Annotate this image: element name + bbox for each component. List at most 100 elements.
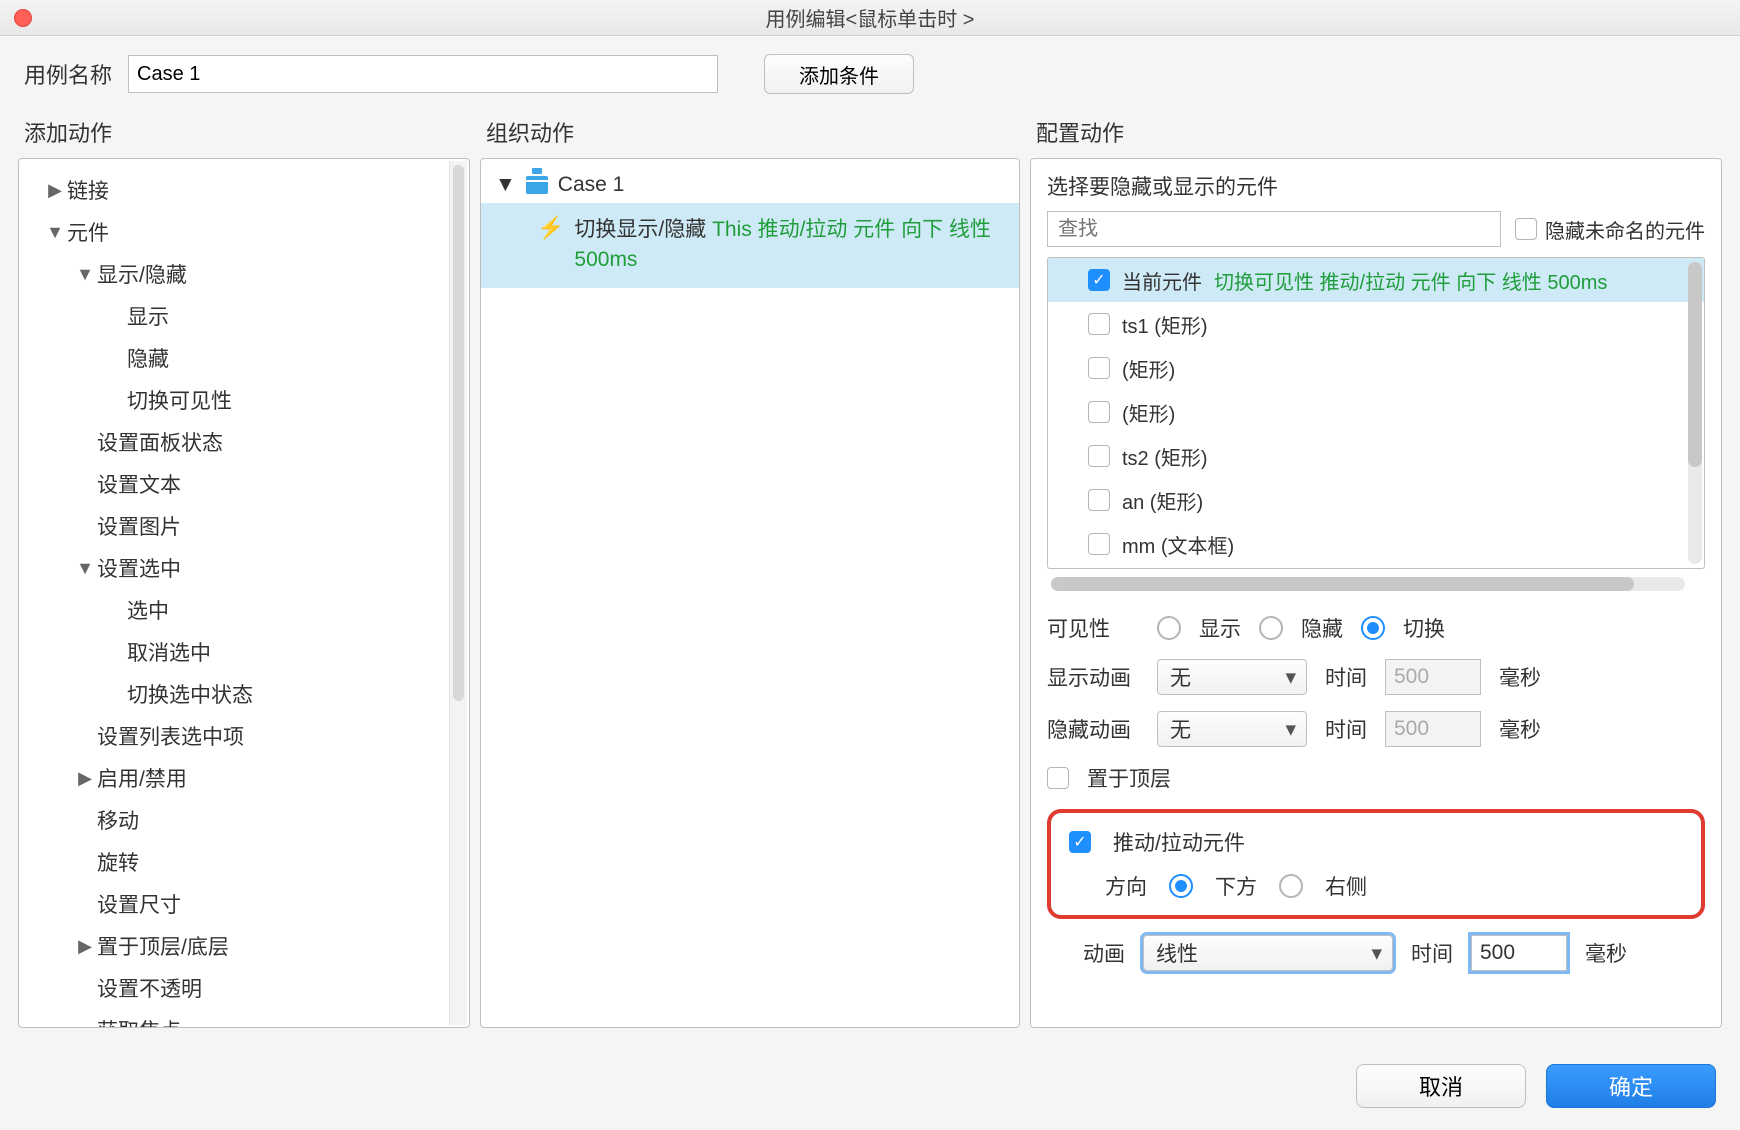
hide-anim-time-input[interactable]: 500 [1385,711,1481,747]
checkbox-icon: ✓ [1088,269,1110,291]
chevron-down-icon: ▼ [73,264,97,285]
widget-name: ts2 (矩形) [1122,442,1208,471]
case-name-input[interactable] [128,55,718,93]
tree-item-label: 设置尺寸 [97,889,181,919]
radio-hide[interactable] [1259,616,1283,640]
tree-item-label: 设置选中 [97,553,181,583]
widget-name: an (矩形) [1122,486,1203,515]
widget-row[interactable]: ts1 (矩形) [1048,302,1704,346]
tree-item[interactable]: 获取焦点 [19,1009,469,1028]
radio-down[interactable] [1169,874,1193,898]
widget-name: ts1 (矩形) [1122,310,1208,339]
tree-item[interactable]: ▼设置选中 [19,547,469,589]
checkbox-icon [1088,533,1110,555]
widget-row[interactable]: ts2 (矩形) [1048,434,1704,478]
tree-item-label: 设置不透明 [97,973,202,1003]
widget-row[interactable]: (矩形) [1048,346,1704,390]
tree-item-label: 启用/禁用 [97,763,187,793]
bring-front-row[interactable]: 置于顶层 [1047,763,1705,793]
tree-item-label: 移动 [97,805,139,835]
config-action-title: 配置动作 [1030,104,1722,158]
tree-item[interactable]: 选中 [19,589,469,631]
show-anim-select[interactable]: 无 [1157,659,1307,695]
config-panel: 选择要隐藏或显示的元件 隐藏未命名的元件 ✓当前元件 切换可见性 推动/拉动 元… [1030,158,1722,1028]
radio-show[interactable] [1157,616,1181,640]
tree-item[interactable]: ▶启用/禁用 [19,757,469,799]
tree-item-label: 链接 [67,175,109,205]
anim-time-input[interactable]: 500 [1471,935,1567,971]
widget-row[interactable]: (矩形) [1048,390,1704,434]
anim-select[interactable]: 线性 [1143,935,1393,971]
ok-button[interactable]: 确定 [1546,1064,1716,1108]
tree-item[interactable]: 隐藏 [19,337,469,379]
tree-item[interactable]: 旋转 [19,841,469,883]
action-description: 切换显示/隐藏 This 推动/拉动 元件 向下 线性 500ms [574,215,1005,276]
tree-item[interactable]: 设置图片 [19,505,469,547]
widget-name: mm (文本框) [1122,530,1234,559]
flow-icon [526,176,548,194]
action-row[interactable]: ⚡ 切换显示/隐藏 This 推动/拉动 元件 向下 线性 500ms [481,203,1019,288]
tree-item-label: 设置面板状态 [97,427,223,457]
widget-row[interactable]: an (矩形) [1048,478,1704,522]
push-pull-checkbox[interactable]: ✓ 推动/拉动元件 [1069,827,1683,857]
tree-item[interactable]: ▼显示/隐藏 [19,253,469,295]
tree-item[interactable]: 设置尺寸 [19,883,469,925]
widget-name: (矩形) [1122,398,1175,427]
case-header[interactable]: ▼ Case 1 [481,159,1019,203]
case-panel: ▼ Case 1 ⚡ 切换显示/隐藏 This 推动/拉动 元件 向下 线性 5… [480,158,1020,1028]
tree-item[interactable]: 移动 [19,799,469,841]
tree-item[interactable]: 设置列表选中项 [19,715,469,757]
hide-unnamed-checkbox[interactable]: 隐藏未命名的元件 [1515,215,1705,244]
tree-item[interactable]: ▶置于顶层/底层 [19,925,469,967]
checkbox-icon [1088,313,1110,335]
tree-item[interactable]: 显示 [19,295,469,337]
add-condition-button[interactable]: 添加条件 [764,54,914,94]
radio-right[interactable] [1279,874,1303,898]
widget-detail: 切换可见性 推动/拉动 元件 向下 线性 500ms [1214,266,1607,295]
tree-item[interactable]: ▶链接 [19,169,469,211]
checkbox-icon [1047,767,1069,789]
tree-item-label: 获取焦点 [97,1015,181,1028]
chevron-down-icon: ▼ [495,173,516,197]
show-anim-time-input[interactable]: 500 [1385,659,1481,695]
widget-row[interactable]: ✓当前元件 切换可见性 推动/拉动 元件 向下 线性 500ms [1048,258,1704,302]
scrollbar[interactable] [449,161,467,1025]
tree-item[interactable]: 取消选中 [19,631,469,673]
tree-item[interactable]: 切换选中状态 [19,673,469,715]
scrollbar[interactable] [1051,577,1685,591]
tree-item-label: 旋转 [97,847,139,877]
tree-item-label: 显示 [127,301,169,331]
checkbox-icon: ✓ [1069,831,1091,853]
show-anim-row: 显示动画 无 时间 500 毫秒 [1047,659,1705,695]
cancel-button[interactable]: 取消 [1356,1064,1526,1108]
tree-item[interactable]: 切换可见性 [19,379,469,421]
push-direction-row: 方向 下方 右侧 [1069,871,1683,901]
widget-row[interactable]: mm (文本框) [1048,522,1704,566]
checkbox-icon [1088,357,1110,379]
tree-item-label: 设置图片 [97,511,181,541]
chevron-down-icon: ▼ [73,558,97,579]
tree-item-label: 设置列表选中项 [97,721,244,751]
hide-anim-select[interactable]: 无 [1157,711,1307,747]
tree-item[interactable]: 设置不透明 [19,967,469,1009]
radio-toggle[interactable] [1361,616,1385,640]
chevron-right-icon: ▶ [43,180,67,201]
tree-item[interactable]: 设置面板状态 [19,421,469,463]
search-input[interactable] [1047,211,1501,247]
close-window-button[interactable] [14,9,32,27]
checkbox-icon [1088,489,1110,511]
tree-item[interactable]: 设置文本 [19,463,469,505]
header-row: 用例名称 添加条件 [0,36,1740,104]
tree-item[interactable]: ▼元件 [19,211,469,253]
tree-item-label: 选中 [127,595,169,625]
scrollbar[interactable] [1688,262,1702,564]
checkbox-icon [1515,218,1537,240]
window-title: 用例编辑<鼠标单击时 > [766,3,975,32]
tree-item-label: 元件 [67,217,109,247]
tree-item-label: 设置文本 [97,469,181,499]
chevron-right-icon: ▶ [73,936,97,957]
tree-item-label: 取消选中 [127,637,211,667]
tree-item-label: 切换选中状态 [127,679,253,709]
push-pull-box: ✓ 推动/拉动元件 方向 下方 右侧 [1047,809,1705,919]
anim-row: 动画 线性 时间 500 毫秒 [1047,935,1705,971]
